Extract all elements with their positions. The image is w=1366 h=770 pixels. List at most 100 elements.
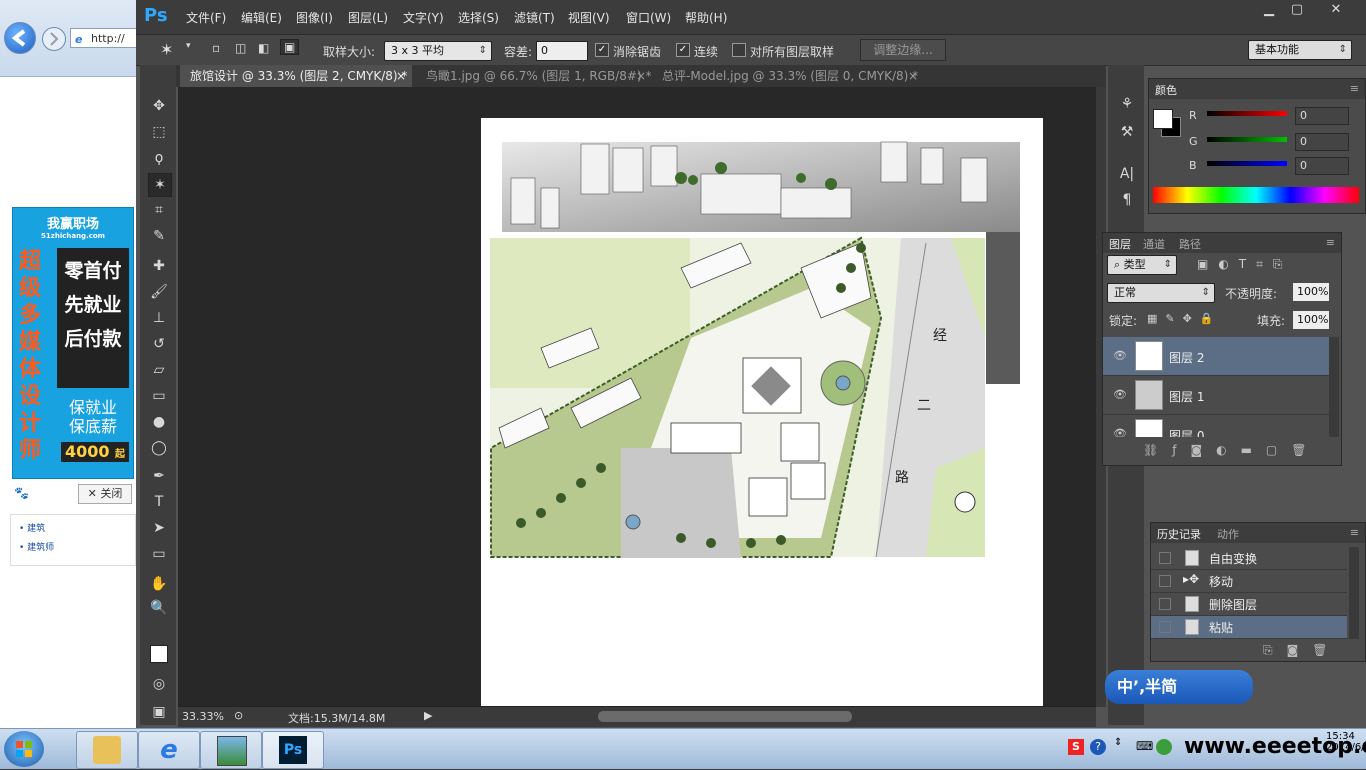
menu-type[interactable]: 文字(Y): [403, 9, 444, 26]
blue-slider[interactable]: [1207, 161, 1287, 166]
close-icon[interactable]: ×: [396, 65, 406, 87]
contiguous-checkbox[interactable]: ✓: [676, 43, 690, 57]
forward-button[interactable]: [42, 27, 66, 51]
keyboard-icon[interactable]: ⌨: [1136, 739, 1153, 753]
panel-menu-icon[interactable]: ≡: [1350, 82, 1359, 95]
pen-tool-icon[interactable]: ✒: [148, 465, 170, 487]
maximize-button[interactable]: ▢: [1284, 1, 1310, 18]
green-slider[interactable]: [1207, 137, 1287, 142]
magic-wand-tool-icon[interactable]: ✶: [148, 173, 172, 197]
menu-help[interactable]: 帮助(H): [685, 9, 727, 26]
marquee-tool-icon[interactable]: ⬚: [148, 121, 170, 143]
panel-menu-icon[interactable]: ≡: [1326, 236, 1335, 249]
document-canvas[interactable]: 经 二 路: [481, 118, 1043, 708]
brush-preset-icon[interactable]: ⚘: [1116, 93, 1138, 115]
tray-arrows-icon[interactable]: ⇕: [1114, 737, 1122, 748]
menu-view[interactable]: 视图(V): [568, 9, 610, 26]
status-menu-icon[interactable]: ⊙: [234, 709, 243, 722]
layers-scrollbar[interactable]: [1329, 337, 1339, 437]
zoom-tool-icon[interactable]: 🔍: [148, 597, 170, 619]
history-actions[interactable]: ⎘◙🗑: [1263, 643, 1341, 658]
character-icon[interactable]: A|: [1116, 163, 1138, 185]
refine-edge-button[interactable]: 调整边缘...: [860, 39, 946, 61]
color-spectrum[interactable]: [1153, 187, 1359, 203]
layer-filter-select[interactable]: ⌕ 类型: [1107, 255, 1177, 275]
tab-document-3[interactable]: 总评-Model.jpg @ 33.3% (图层 0, CMYK/8) * ×: [652, 65, 924, 87]
path-select-icon[interactable]: ➤: [148, 517, 170, 539]
ime-toolbar[interactable]: 中’,半简: [1105, 670, 1253, 704]
sample-size-select[interactable]: 3 x 3 平均: [384, 41, 492, 61]
antialias-checkbox[interactable]: ✓: [595, 43, 609, 57]
back-button[interactable]: [4, 22, 36, 54]
tab-history[interactable]: 历史记录: [1157, 526, 1201, 542]
fill-input[interactable]: 100%: [1293, 311, 1329, 329]
history-brush-icon[interactable]: ↺: [148, 333, 170, 355]
history-item[interactable]: 自由变换: [1151, 547, 1347, 570]
ad-close-button[interactable]: ✕ 关闭: [78, 484, 132, 504]
layer-row[interactable]: 👁 图层 0: [1103, 415, 1329, 437]
intersect-selection-icon[interactable]: ▣: [280, 39, 300, 55]
tab-document-1[interactable]: 旅馆设计 @ 33.3% (图层 2, CMYK/8) * ×: [180, 65, 412, 87]
address-bar[interactable]: e http://: [70, 28, 138, 48]
layer-row[interactable]: 👁 图层 2: [1103, 337, 1329, 376]
paragraph-icon[interactable]: ¶: [1116, 189, 1138, 211]
foreground-color-swatch[interactable]: [150, 645, 168, 663]
blend-mode-select[interactable]: 正常: [1107, 283, 1215, 303]
tab-layers[interactable]: 图层: [1109, 236, 1131, 252]
screen-mode-icon[interactable]: ▣: [148, 701, 170, 723]
tool-preset-icon[interactable]: ⚒: [1116, 121, 1138, 143]
hand-tool-icon[interactable]: ✋: [148, 573, 170, 595]
horizontal-scroll-thumb[interactable]: [598, 711, 852, 722]
move-tool-icon[interactable]: ✥: [148, 95, 170, 117]
close-icon[interactable]: ×: [636, 65, 646, 87]
tolerance-input[interactable]: 0: [536, 41, 588, 61]
menu-file[interactable]: 文件(F): [186, 9, 226, 26]
stamp-tool-icon[interactable]: ⊥: [148, 307, 170, 329]
menu-layer[interactable]: 图层(L): [348, 9, 388, 26]
start-button[interactable]: [4, 731, 44, 767]
tab-color[interactable]: 颜色: [1155, 82, 1177, 98]
taskbar-photoshop[interactable]: Ps: [262, 731, 324, 769]
zoom-level[interactable]: 33.33%: [182, 710, 224, 723]
history-scrollbar[interactable]: [1349, 547, 1359, 639]
panel-menu-icon[interactable]: ≡: [1350, 526, 1359, 539]
chevron-down-icon[interactable]: ▾: [186, 41, 191, 51]
tab-paths[interactable]: 路径: [1179, 236, 1201, 252]
workspace-select[interactable]: 基本功能: [1248, 40, 1352, 60]
menu-image[interactable]: 图像(I): [296, 9, 333, 26]
red-value[interactable]: 0: [1295, 107, 1349, 125]
tab-actions[interactable]: 动作: [1217, 526, 1239, 542]
tab-document-2[interactable]: 鸟瞰1.jpg @ 66.7% (图层 1, RGB/8#) * ×: [416, 65, 652, 87]
filter-icons[interactable]: ▣◐T⌗⎘: [1197, 257, 1293, 272]
dodge-tool-icon[interactable]: ◯: [148, 437, 170, 459]
blur-tool-icon[interactable]: ●: [148, 411, 170, 433]
taskbar-explorer[interactable]: [76, 731, 138, 769]
quick-mask-icon[interactable]: ◎: [148, 673, 170, 695]
advertisement[interactable]: 我赢职场 51zhichang.com 超级多媒体设计师 零首付 先就业 后付款 …: [12, 207, 134, 479]
tab-channels[interactable]: 通道: [1143, 236, 1165, 252]
shape-tool-icon[interactable]: ▭: [148, 543, 170, 565]
eraser-tool-icon[interactable]: ▱: [148, 359, 170, 381]
history-item[interactable]: ▸✥ 移动: [1151, 570, 1347, 593]
network-icon[interactable]: [1156, 739, 1172, 755]
green-value[interactable]: 0: [1295, 133, 1349, 151]
fg-swatch[interactable]: [1153, 109, 1173, 129]
history-item[interactable]: 粘贴: [1151, 616, 1347, 639]
menu-filter[interactable]: 滤镜(T): [514, 9, 555, 26]
lock-icons[interactable]: ▦✎✥🔒: [1147, 312, 1222, 325]
eye-icon[interactable]: 👁: [1113, 388, 1127, 401]
magic-wand-icon[interactable]: ✶: [160, 40, 173, 59]
taskbar-ie[interactable]: e: [138, 731, 200, 769]
red-slider[interactable]: [1207, 111, 1287, 116]
history-item[interactable]: 删除图层: [1151, 593, 1347, 616]
help-icon[interactable]: ?: [1090, 739, 1106, 755]
blue-value[interactable]: 0: [1295, 157, 1349, 175]
opacity-input[interactable]: 100%: [1293, 283, 1329, 301]
clock[interactable]: 15:34 2014/6/21: [1326, 731, 1366, 753]
new-selection-icon[interactable]: ▫: [212, 41, 220, 55]
add-selection-icon[interactable]: ◫: [235, 41, 246, 55]
lasso-tool-icon[interactable]: ϙ: [148, 147, 170, 169]
eye-icon[interactable]: 👁: [1113, 349, 1127, 362]
list-item[interactable]: • 建筑: [19, 521, 135, 534]
list-item[interactable]: • 建筑师: [19, 540, 135, 553]
